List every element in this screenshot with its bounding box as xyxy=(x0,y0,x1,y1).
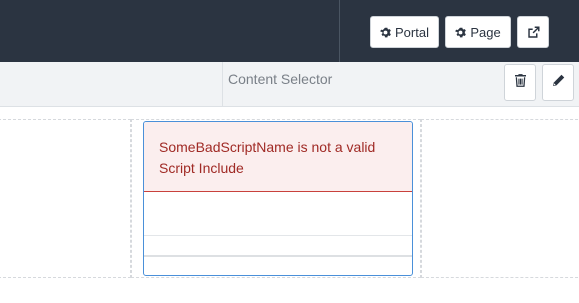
gear-icon xyxy=(455,27,467,38)
widget-divider xyxy=(144,235,412,236)
error-alert: SomeBadScriptName is not a valid Script … xyxy=(144,122,412,192)
page-button-label: Page xyxy=(470,24,501,40)
edit-button[interactable] xyxy=(542,64,574,101)
header-divider xyxy=(339,0,340,62)
portal-button-label: Portal xyxy=(395,24,429,40)
toolbar-divider xyxy=(222,62,223,107)
page-button[interactable]: Page xyxy=(445,16,511,48)
selected-widget[interactable]: SomeBadScriptName is not a valid Script … xyxy=(143,121,413,276)
portal-button[interactable]: Portal xyxy=(370,16,439,48)
content-selector-title: Content Selector xyxy=(228,71,333,87)
external-link-icon xyxy=(527,25,540,39)
widget-divider xyxy=(144,255,412,257)
delete-button[interactable] xyxy=(504,64,536,101)
error-message: SomeBadScriptName is not a valid Script … xyxy=(159,139,376,176)
pencil-icon xyxy=(552,74,565,92)
layout-column-right[interactable] xyxy=(421,119,579,278)
open-external-button[interactable] xyxy=(517,16,549,48)
layout-column-left[interactable] xyxy=(0,119,131,278)
gear-icon xyxy=(380,27,391,38)
trash-icon xyxy=(514,73,526,92)
